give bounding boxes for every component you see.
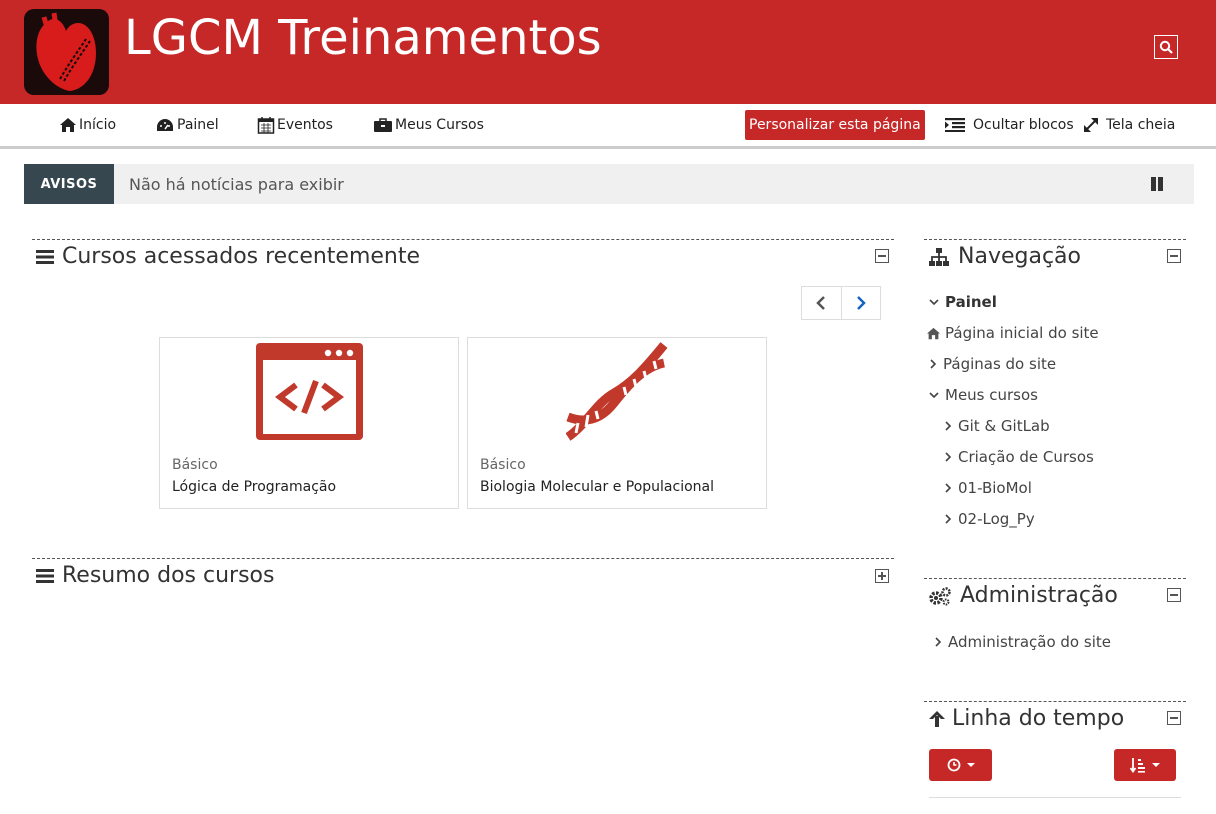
hide-blocks-label: Ocultar blocos — [973, 117, 1074, 133]
course-overview-block — [32, 558, 894, 559]
nav-tree-course[interactable]: 01-BioMol — [944, 479, 1032, 497]
timeline-block — [924, 701, 1186, 702]
news-text: Não há notícias para exibir — [129, 174, 344, 194]
navigation-title-text: Navegação — [958, 244, 1081, 269]
heart-logo-icon[interactable] — [24, 9, 109, 95]
recent-courses-block — [32, 239, 894, 240]
next-button[interactable] — [842, 287, 881, 319]
timeline-title: Linha do tempo — [928, 706, 1124, 731]
nav-tree-label: 02-Log_Py — [958, 510, 1035, 528]
timeline-filter-button[interactable] — [929, 749, 992, 781]
pause-icon[interactable] — [1150, 177, 1164, 191]
hamburger-icon — [36, 249, 54, 264]
course-overview-title-text: Resumo dos cursos — [62, 563, 275, 588]
nav-tree-label: Páginas do site — [943, 355, 1057, 373]
chevron-right-icon — [945, 452, 952, 462]
nav-tree-site-pages[interactable]: Páginas do site — [929, 355, 1056, 373]
home-icon — [60, 118, 76, 132]
expand-block-icon[interactable] — [875, 569, 889, 583]
collapse-block-icon[interactable] — [875, 249, 889, 263]
nav-tree-label: Criação de Cursos — [958, 448, 1094, 466]
admin-item-label: Administração do site — [948, 633, 1111, 651]
nav-item-painel[interactable]: Painel — [155, 104, 219, 146]
admin-site-link[interactable]: Administração do site — [934, 633, 1111, 651]
fullscreen-button[interactable]: Tela cheia — [1082, 104, 1175, 146]
course-name[interactable]: Biologia Molecular e Populacional — [480, 479, 714, 495]
sort-amount-icon — [1130, 758, 1145, 773]
calendar-icon — [257, 117, 275, 134]
main-navbar: Início Painel Eventos Meus Cursos Person… — [0, 104, 1216, 149]
chevron-right-icon — [930, 359, 937, 369]
course-category: Básico — [172, 457, 218, 473]
recent-courses-title: Cursos acessados recentemente — [36, 244, 420, 269]
nav-tree-label: Painel — [945, 293, 997, 311]
previous-button[interactable] — [802, 287, 842, 319]
dna-icon — [566, 342, 668, 441]
nav-tree-label: Página inicial do site — [945, 324, 1099, 342]
indent-icon — [945, 118, 965, 132]
chevron-right-icon — [945, 421, 952, 431]
chevron-right-icon — [945, 514, 952, 524]
collapse-block-icon[interactable] — [1167, 711, 1181, 725]
briefcase-icon — [374, 118, 392, 132]
navigation-block — [924, 239, 1186, 240]
nav-item-meus-cursos[interactable]: Meus Cursos — [373, 104, 484, 146]
hamburger-icon — [36, 568, 54, 583]
arrow-up-icon — [929, 710, 945, 727]
nav-tree-label: Git & GitLab — [958, 417, 1050, 435]
chevron-right-icon — [935, 637, 942, 647]
dashboard-icon — [157, 119, 173, 131]
nav-tree-course[interactable]: Criação de Cursos — [944, 448, 1094, 466]
course-category: Básico — [480, 457, 526, 473]
chevron-right-icon — [856, 296, 866, 310]
timeline-title-text: Linha do tempo — [952, 706, 1125, 731]
administration-block — [924, 578, 1186, 579]
cogs-icon — [929, 586, 951, 605]
timeline-sort-button[interactable] — [1114, 749, 1176, 781]
chevron-down-icon — [929, 299, 939, 306]
nav-tree-site-home[interactable]: Página inicial do site — [926, 324, 1099, 342]
clock-icon — [947, 758, 960, 772]
fullscreen-label: Tela cheia — [1106, 117, 1176, 133]
news-ticker: AVISOS Não há notícias para exibir — [24, 164, 1194, 204]
nav-tree-course[interactable]: Git & GitLab — [944, 417, 1050, 435]
administration-title: Administração — [928, 583, 1118, 608]
collapse-block-icon[interactable] — [1167, 249, 1181, 263]
administration-title-text: Administração — [960, 583, 1118, 608]
divider — [929, 797, 1181, 798]
nav-item-label: Painel — [177, 117, 219, 133]
carousel-pager — [801, 286, 881, 320]
course-name[interactable]: Lógica de Programação — [172, 479, 336, 495]
code-window-icon — [256, 343, 363, 440]
chevron-left-icon — [816, 296, 826, 310]
nav-tree-label: 01-BioMol — [958, 479, 1032, 497]
nav-item-label: Eventos — [277, 117, 333, 133]
nav-item-inicio[interactable]: Início — [59, 104, 116, 146]
collapse-block-icon[interactable] — [1167, 588, 1181, 602]
home-icon — [927, 327, 940, 339]
site-header: LGCM Treinamentos — [0, 0, 1216, 104]
recent-courses-title-text: Cursos acessados recentemente — [62, 244, 421, 269]
sitemap-icon — [929, 247, 949, 266]
navigation-title: Navegação — [928, 244, 1081, 269]
search-icon[interactable] — [1154, 35, 1178, 59]
chevron-down-icon — [929, 392, 939, 399]
hide-blocks-button[interactable]: Ocultar blocos — [945, 104, 1074, 146]
nav-tree-label: Meus cursos — [945, 386, 1038, 404]
customize-page-button[interactable]: Personalizar esta página — [745, 110, 925, 140]
course-card[interactable]: Básico Biologia Molecular e Populacional — [467, 337, 767, 509]
course-card[interactable]: Básico Lógica de Programação — [159, 337, 459, 509]
news-label: AVISOS — [24, 164, 114, 204]
chevron-right-icon — [945, 483, 952, 493]
nav-tree-my-courses[interactable]: Meus cursos — [929, 386, 1038, 404]
nav-item-label: Início — [79, 117, 117, 133]
course-overview-title: Resumo dos cursos — [36, 563, 274, 588]
nav-item-eventos[interactable]: Eventos — [257, 104, 333, 146]
nav-tree-course[interactable]: 02-Log_Py — [944, 510, 1035, 528]
expand-arrows-icon — [1084, 118, 1098, 132]
nav-item-label: Meus Cursos — [395, 117, 484, 133]
site-title[interactable]: LGCM Treinamentos — [124, 8, 602, 68]
nav-tree-painel[interactable]: Painel — [929, 293, 997, 311]
